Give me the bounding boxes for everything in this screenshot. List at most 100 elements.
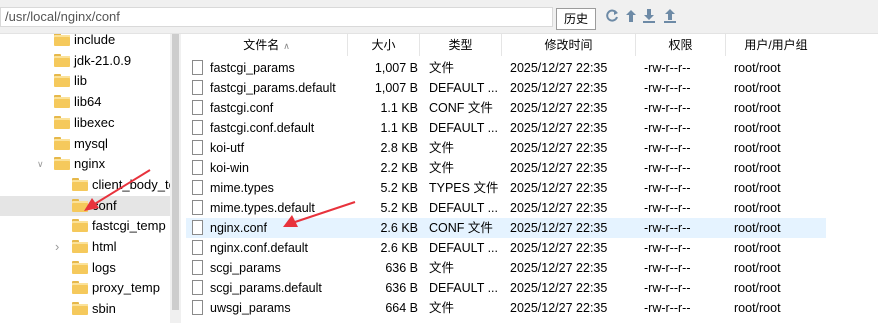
- file-size: 2.2 KB: [380, 161, 418, 175]
- file-type: DEFAULT ...: [429, 241, 499, 255]
- file-permissions: -rw-r--r--: [644, 221, 691, 235]
- column-header-owner[interactable]: 用户/用户组: [726, 34, 826, 56]
- tree-item[interactable]: conf: [0, 195, 181, 216]
- file-row[interactable]: scgi_params 636 B 文件 2025/12/27 22:35 -rw-r-…: [186, 258, 826, 278]
- tree-item[interactable]: lib64: [0, 92, 181, 112]
- tree-item[interactable]: mysql: [0, 134, 181, 154]
- file-icon: [192, 100, 203, 115]
- file-permissions: -rw-r--r--: [644, 201, 691, 215]
- folder-icon: [54, 74, 70, 88]
- file-size: 1.1 KB: [380, 101, 418, 115]
- tree-item[interactable]: ∨ nginx: [0, 154, 181, 174]
- tree-item-label: lib64: [74, 94, 102, 110]
- file-name: scgi_params: [210, 261, 281, 275]
- tree-item[interactable]: jdk-21.0.9: [0, 51, 181, 71]
- file-type: 文件: [429, 261, 455, 275]
- file-size: 5.2 KB: [380, 201, 418, 215]
- file-size: 636 B: [385, 261, 418, 275]
- chevron-right-icon[interactable]: ›: [55, 240, 65, 253]
- tree-item[interactable]: libexec: [0, 113, 181, 133]
- file-type: CONF 文件: [429, 101, 493, 115]
- file-type: DEFAULT ...: [429, 281, 499, 295]
- file-size: 5.2 KB: [380, 181, 418, 195]
- file-owner: root/root: [734, 141, 781, 155]
- file-mtime: 2025/12/27 22:35: [510, 161, 608, 175]
- file-row[interactable]: koi-utf 2.8 KB 文件 2025/12/27 22:35 -rw-r--r-…: [186, 138, 826, 158]
- file-mtime: 2025/12/27 22:35: [510, 281, 608, 295]
- file-mtime: 2025/12/27 22:35: [510, 221, 608, 235]
- file-type: TYPES 文件: [429, 181, 499, 195]
- chevron-down-icon[interactable]: ∨: [37, 158, 47, 170]
- folder-icon: [72, 260, 88, 274]
- go-up-icon[interactable]: [623, 8, 639, 26]
- file-owner: root/root: [734, 101, 781, 115]
- file-icon: [192, 80, 203, 95]
- file-icon: [192, 300, 203, 315]
- file-owner: root/root: [734, 261, 781, 275]
- file-row[interactable]: uwsgi_params 664 B 文件 2025/12/27 22:35 -rw-r…: [186, 298, 826, 318]
- file-permissions: -rw-r--r--: [644, 181, 691, 195]
- column-header-type[interactable]: 类型: [420, 34, 502, 56]
- file-row[interactable]: fastcgi_params 1,007 B 文件 2025/12/27 22:35 -…: [186, 58, 826, 78]
- column-header-mtime[interactable]: 修改时间: [502, 34, 636, 56]
- file-mtime: 2025/12/27 22:35: [510, 101, 608, 115]
- file-mtime: 2025/12/27 22:35: [510, 181, 608, 195]
- tree-item[interactable]: logs: [0, 258, 181, 278]
- history-button[interactable]: 历史: [556, 8, 596, 30]
- tree-scrollbar-thumb[interactable]: [172, 34, 179, 310]
- file-owner: root/root: [734, 181, 781, 195]
- file-row[interactable]: fastcgi_params.default 1,007 B DEFAULT ...…: [186, 78, 826, 98]
- tree-item[interactable]: include: [0, 34, 181, 50]
- file-size: 636 B: [385, 281, 418, 295]
- file-permissions: -rw-r--r--: [644, 261, 691, 275]
- folder-icon: [72, 281, 88, 295]
- column-header-name[interactable]: 文件名 ∧: [186, 34, 348, 56]
- file-name: nginx.conf: [210, 221, 267, 235]
- tree-item[interactable]: sbin: [0, 299, 181, 319]
- tree-scrollbar[interactable]: [170, 34, 181, 323]
- file-row[interactable]: nginx.conf.default 2.6 KB DEFAULT ... 2025/…: [186, 238, 826, 258]
- tree-item-label: fastcgi_temp: [92, 218, 166, 234]
- file-size: 1,007 B: [374, 81, 418, 95]
- file-permissions: -rw-r--r--: [644, 121, 691, 135]
- upload-icon[interactable]: [662, 8, 678, 26]
- file-name: mime.types.default: [210, 201, 315, 215]
- tree-item[interactable]: lib: [0, 71, 181, 91]
- tree-item[interactable]: › html: [0, 237, 181, 257]
- folder-icon: [72, 177, 88, 191]
- file-mtime: 2025/12/27 22:35: [510, 121, 608, 135]
- file-icon: [192, 160, 203, 175]
- file-type: 文件: [429, 141, 455, 155]
- file-list-header: 文件名 ∧ 大小 类型 修改时间 权限 用户/用户组: [186, 34, 826, 56]
- file-list: 文件名 ∧ 大小 类型 修改时间 权限 用户/用户组 fastcgi_params…: [186, 34, 878, 323]
- file-permissions: -rw-r--r--: [644, 81, 691, 95]
- tree-item[interactable]: fastcgi_temp: [0, 216, 181, 236]
- column-header-permissions[interactable]: 权限: [636, 34, 726, 56]
- file-mtime: 2025/12/27 22:35: [510, 201, 608, 215]
- folder-icon: [54, 34, 70, 46]
- file-size: 2.8 KB: [380, 141, 418, 155]
- path-input[interactable]: /usr/local/nginx/conf: [0, 7, 553, 27]
- file-type: 文件: [429, 61, 455, 75]
- file-name: fastcgi.conf.default: [210, 121, 315, 135]
- file-size: 2.6 KB: [380, 221, 418, 235]
- file-icon: [192, 280, 203, 295]
- tree-item[interactable]: proxy_temp: [0, 278, 181, 298]
- folder-icon: [54, 95, 70, 109]
- file-row[interactable]: mime.types 5.2 KB TYPES 文件 2025/12/27 22:35…: [186, 178, 826, 198]
- file-row[interactable]: nginx.conf 2.6 KB CONF 文件 2025/12/27 22:35 -…: [186, 218, 826, 238]
- folder-icon: [54, 53, 70, 67]
- file-row[interactable]: fastcgi.conf.default 1.1 KB DEFAULT ... 202…: [186, 118, 826, 138]
- file-mtime: 2025/12/27 22:35: [510, 261, 608, 275]
- refresh-icon[interactable]: [604, 8, 620, 26]
- file-owner: root/root: [734, 61, 781, 75]
- download-icon[interactable]: [641, 8, 657, 26]
- tree-item[interactable]: client_body_te: [0, 175, 181, 195]
- column-header-size[interactable]: 大小: [348, 34, 420, 56]
- file-row[interactable]: koi-win 2.2 KB 文件 2025/12/27 22:35 -rw-r--r-…: [186, 158, 826, 178]
- file-owner: root/root: [734, 81, 781, 95]
- file-row[interactable]: fastcgi.conf 1.1 KB CONF 文件 2025/12/27 22:3…: [186, 98, 826, 118]
- file-row[interactable]: scgi_params.default 636 B DEFAULT ... 2025/…: [186, 278, 826, 298]
- file-owner: root/root: [734, 301, 781, 315]
- file-row[interactable]: mime.types.default 5.2 KB DEFAULT ... 2025/…: [186, 198, 826, 218]
